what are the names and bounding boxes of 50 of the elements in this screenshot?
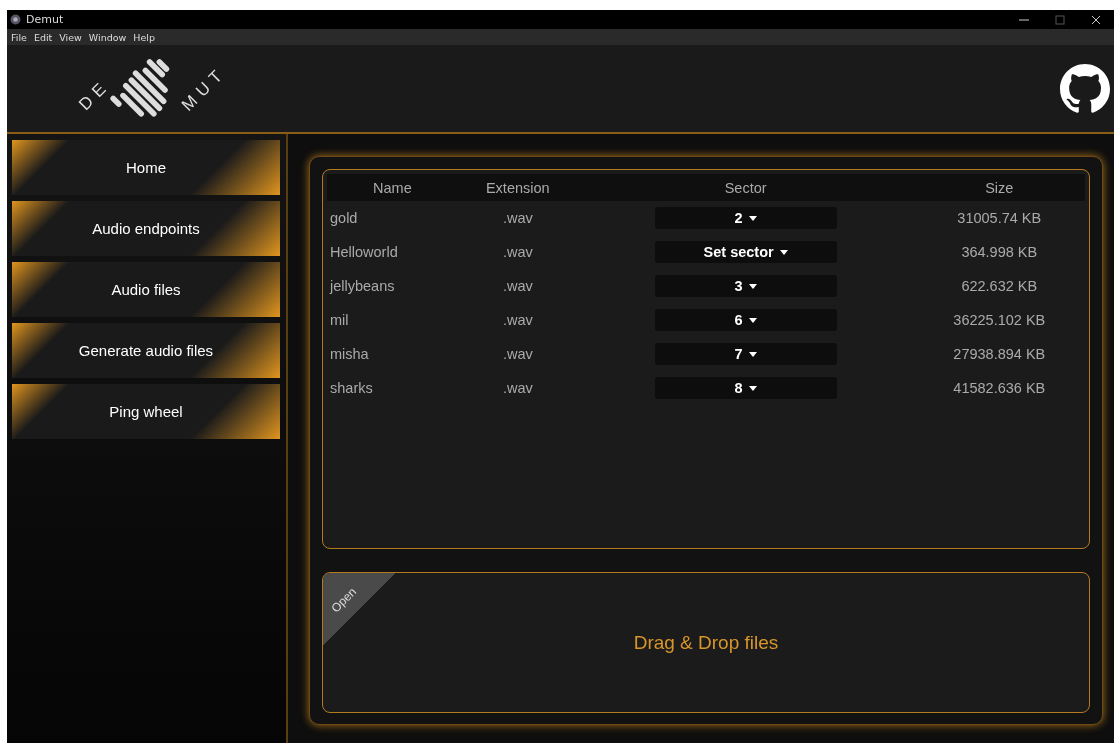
sector-dropdown[interactable]: 6 — [654, 309, 837, 331]
file-name-cell-text: Helloworld — [329, 243, 399, 262]
sector-dropdown[interactable]: 8 — [654, 377, 837, 399]
drop-hint: Drag & Drop files — [633, 631, 779, 654]
file-name-cell-text: sharks — [329, 379, 374, 398]
menu-item[interactable]: View — [59, 31, 82, 43]
close-icon[interactable] — [1091, 14, 1101, 25]
caret-icon — [748, 283, 757, 289]
nav-button[interactable]: Audio endpoints — [12, 201, 280, 256]
logo-text: DE — [75, 75, 115, 115]
size-cell-text: 622.632 KB — [960, 277, 1039, 296]
file-name-cell-text: mil — [329, 311, 350, 330]
column-header: Size — [913, 174, 1085, 201]
caret-icon — [748, 385, 757, 391]
size-cell-text: 41582.636 KB — [952, 379, 1047, 398]
menu-item[interactable]: Window — [88, 31, 127, 43]
extension-cell-text: .wav — [501, 345, 534, 364]
extension-cell-text: .wav — [501, 311, 534, 330]
nav-button[interactable]: Audio files — [12, 262, 280, 317]
sector-dropdown[interactable]: 7 — [654, 343, 837, 365]
size-cell-text: 36225.102 KB — [952, 311, 1047, 330]
sector-dropdown[interactable]: Set sector — [654, 241, 837, 263]
file-name-cell: gold — [327, 201, 458, 235]
caret-icon — [748, 317, 757, 323]
extension-cell-text: .wav — [501, 379, 534, 398]
menu-item[interactable]: File — [11, 31, 27, 43]
app-icon — [10, 14, 21, 25]
nav-button[interactable]: Home — [12, 140, 280, 195]
column-header: Sector — [577, 174, 914, 201]
caret-icon — [748, 351, 757, 357]
nav-button[interactable]: Generate audio files — [12, 323, 280, 378]
size-cell: 31005.74 KB — [913, 201, 1085, 235]
file-name-cell-text: misha — [329, 345, 370, 364]
nav-button[interactable]: Ping wheel — [12, 384, 280, 439]
window-title: Demut — [26, 13, 65, 26]
extension-cell: .wav — [457, 201, 578, 235]
cat-logo-icon[interactable] — [1060, 63, 1110, 114]
menu-item[interactable]: Help — [133, 31, 155, 43]
column-header: Name — [327, 174, 458, 201]
column-header: Extension — [457, 174, 578, 201]
caret-icon — [748, 215, 757, 221]
sector-dropdown[interactable]: 2 — [654, 207, 837, 229]
extension-cell-text: .wav — [501, 243, 534, 262]
sector-dropdown[interactable]: 3 — [654, 275, 837, 297]
size-cell-text: 27938.894 KB — [952, 345, 1047, 364]
size-cell-text: 364.998 KB — [960, 243, 1039, 262]
caret-icon — [779, 249, 788, 255]
extension-cell-text: .wav — [501, 277, 534, 296]
menu-item[interactable]: Edit — [33, 31, 53, 43]
file-name-cell-text: jellybeans — [328, 277, 396, 296]
